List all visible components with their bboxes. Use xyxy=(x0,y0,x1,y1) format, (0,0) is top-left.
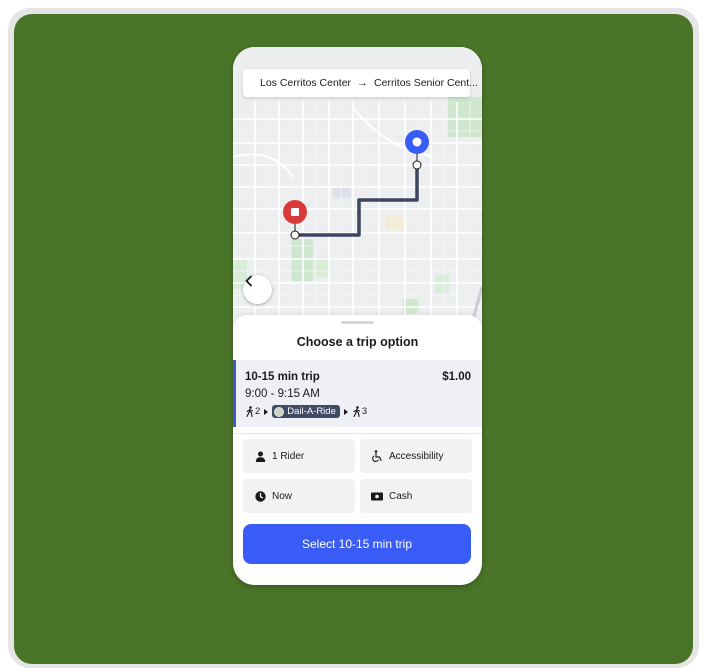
caret-right-icon xyxy=(264,408,269,415)
origin-label: Los Cerritos Center xyxy=(260,77,352,89)
trip-time-range: 9:00 - 9:15 AM xyxy=(245,388,320,400)
wheelchair-icon xyxy=(371,450,383,462)
sheet-title: Choose a trip option xyxy=(296,335,419,349)
trip-duration: 10-15 min trip xyxy=(245,371,320,383)
caret-right-icon xyxy=(343,408,348,415)
trip-price: $1.00 xyxy=(442,371,471,383)
select-trip-button[interactable]: Select 10-15 min trip xyxy=(243,524,471,564)
chevron-left-icon xyxy=(245,275,252,287)
bottom-sheet: Choose a trip option 10-15 min trip $1.0… xyxy=(233,315,482,585)
route-header[interactable]: Los Cerritos Center → Cerritos Senior Ce… xyxy=(243,69,478,97)
trip-itinerary: 2 Dail-A-Ride 3 xyxy=(245,405,367,418)
arrow-right-icon: → xyxy=(357,77,369,89)
walk-icon xyxy=(353,406,360,417)
time-label: Now xyxy=(272,490,293,502)
phone-screen: Los Cerritos Center → Cerritos Senior Ce… xyxy=(233,47,482,585)
payment-option[interactable]: Cash xyxy=(360,479,472,513)
service-logo-icon xyxy=(274,406,285,417)
walk-icon xyxy=(246,406,254,417)
riders-option[interactable]: 1 Rider xyxy=(243,439,355,473)
trip-option-card[interactable]: 10-15 min trip $1.00 9:00 - 9:15 AM 2 Da… xyxy=(233,360,482,427)
riders-label: 1 Rider xyxy=(272,450,305,462)
sheet-handle[interactable] xyxy=(341,321,374,324)
back-button[interactable] xyxy=(243,275,272,304)
divider xyxy=(233,433,482,434)
service-badge: Dail-A-Ride xyxy=(272,405,340,418)
time-option[interactable]: Now xyxy=(243,479,355,513)
clock-icon xyxy=(254,490,266,502)
service-name: Dail-A-Ride xyxy=(287,406,336,417)
walk-after-minutes: 3 xyxy=(361,406,368,417)
map-view[interactable]: Los Cerritos Center → Cerritos Senior Ce… xyxy=(233,47,482,337)
walk-before-minutes: 2 xyxy=(255,406,261,417)
payment-label: Cash xyxy=(389,490,413,502)
destination-label: Cerritos Senior Cent... xyxy=(374,77,478,89)
accessibility-label: Accessibility xyxy=(389,450,444,462)
person-icon xyxy=(254,450,266,462)
accessibility-option[interactable]: Accessibility xyxy=(360,439,472,473)
cash-icon xyxy=(371,490,383,502)
